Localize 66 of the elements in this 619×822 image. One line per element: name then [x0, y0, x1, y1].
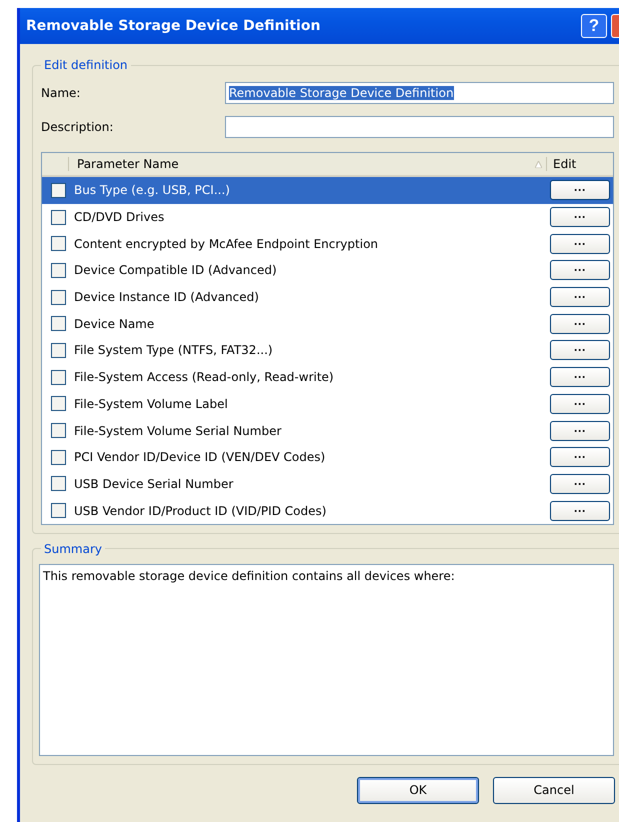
parameter-row[interactable]: Bus Type (e.g. USB, PCI...) ···: [42, 177, 613, 204]
cancel-button[interactable]: Cancel: [493, 776, 615, 804]
edit-button[interactable]: ···: [550, 474, 610, 494]
edit-button[interactable]: ···: [550, 234, 610, 254]
summary-text: This removable storage device definition contains all devices where:: [39, 564, 614, 756]
parameter-name: Bus Type (e.g. USB, PCI...): [74, 183, 231, 198]
edit-button[interactable]: ···: [550, 207, 610, 228]
parameter-name: USB Device Serial Number: [74, 476, 234, 491]
checkbox[interactable]: [51, 342, 66, 358]
checkbox[interactable]: [51, 476, 66, 492]
parameter-name: File-System Access (Read-only, Read-write): [74, 370, 335, 384]
checkbox[interactable]: [51, 262, 66, 278]
field-label: Name:: [41, 86, 82, 100]
checkbox[interactable]: [51, 182, 66, 198]
checkbox[interactable]: [51, 316, 66, 332]
edit-button[interactable]: ···: [550, 447, 610, 468]
parameter-row[interactable]: PCI Vendor ID/Device ID (VEN/DEV Codes) ···: [42, 444, 613, 471]
edit-button[interactable]: ···: [550, 260, 610, 280]
parameter-row[interactable]: File-System Volume Serial Number ···: [42, 417, 613, 444]
parameter-name: File System Type (NTFS, FAT32...): [74, 343, 274, 358]
parameter-name: Content encrypted by McAfee Endpoint Encryption: [74, 236, 380, 251]
checkbox[interactable]: [51, 396, 66, 412]
parameter-name: CD/DVD Drives: [74, 210, 166, 224]
column-title[interactable]: Parameter Name: [77, 157, 535, 171]
parameter-name: File-System Volume Serial Number: [74, 424, 282, 438]
edit-button[interactable]: ···: [550, 314, 610, 334]
parameter-row[interactable]: Content encrypted by McAfee Endpoint Encryption ···: [42, 230, 613, 258]
parameter-row[interactable]: File-System Access (Read-only, Read-write) ···: [42, 364, 613, 390]
group-legend: Summary: [41, 542, 105, 556]
group-legend: Edit definition: [41, 58, 131, 72]
parameter-row[interactable]: USB Vendor ID/Product ID (VID/PID Codes) ···: [42, 497, 613, 524]
edit-button[interactable]: ···: [550, 340, 610, 360]
parameter-row[interactable]: Device Instance ID (Advanced) ···: [42, 284, 613, 310]
field-value: Removable Storage Device Definition: [229, 86, 454, 100]
checkbox[interactable]: [51, 236, 66, 252]
parameter-row[interactable]: Device Name ···: [42, 310, 613, 338]
ok-button[interactable]: OK: [357, 776, 479, 804]
checkbox[interactable]: [51, 423, 66, 438]
window-title: Removable Storage Device Definition: [26, 18, 322, 34]
checkbox[interactable]: [51, 290, 66, 305]
checkbox[interactable]: [51, 370, 66, 385]
edit-button[interactable]: ···: [550, 180, 610, 200]
parameter-row[interactable]: CD/DVD Drives ···: [42, 204, 613, 230]
parameter-row[interactable]: Device Compatible ID (Advanced) ···: [42, 257, 613, 284]
parameter-name: PCI Vendor ID/Device ID (VEN/DEV Codes): [74, 450, 326, 464]
edit-button[interactable]: ···: [550, 420, 610, 441]
edit-button[interactable]: ···: [550, 394, 610, 414]
description-field[interactable]: [225, 116, 614, 138]
parameter-row[interactable]: File System Type (NTFS, FAT32...) ···: [42, 337, 613, 364]
parameter-row[interactable]: File-System Volume Label ···: [42, 390, 613, 418]
parameter-name: Device Name: [74, 316, 156, 331]
help-button[interactable]: ?: [581, 14, 607, 38]
name-field[interactable]: Removable Storage Device Definition: [225, 82, 614, 104]
edit-button[interactable]: ···: [550, 287, 610, 308]
column-title[interactable]: Edit: [546, 157, 613, 171]
edit-button[interactable]: ···: [550, 500, 610, 521]
checkbox[interactable]: [51, 210, 66, 225]
checkbox[interactable]: [51, 450, 66, 465]
parameter-name: Device Instance ID (Advanced): [74, 290, 260, 304]
parameter-name: Device Compatible ID (Advanced): [74, 263, 278, 278]
edit-button[interactable]: ···: [550, 367, 610, 388]
parameter-name: File-System Volume Label: [74, 396, 229, 411]
field-label: Description:: [41, 120, 114, 134]
parameter-name: USB Vendor ID/Product ID (VID/PID Codes): [74, 504, 328, 518]
parameter-row[interactable]: USB Device Serial Number ···: [42, 470, 613, 498]
checkbox[interactable]: [51, 503, 66, 518]
